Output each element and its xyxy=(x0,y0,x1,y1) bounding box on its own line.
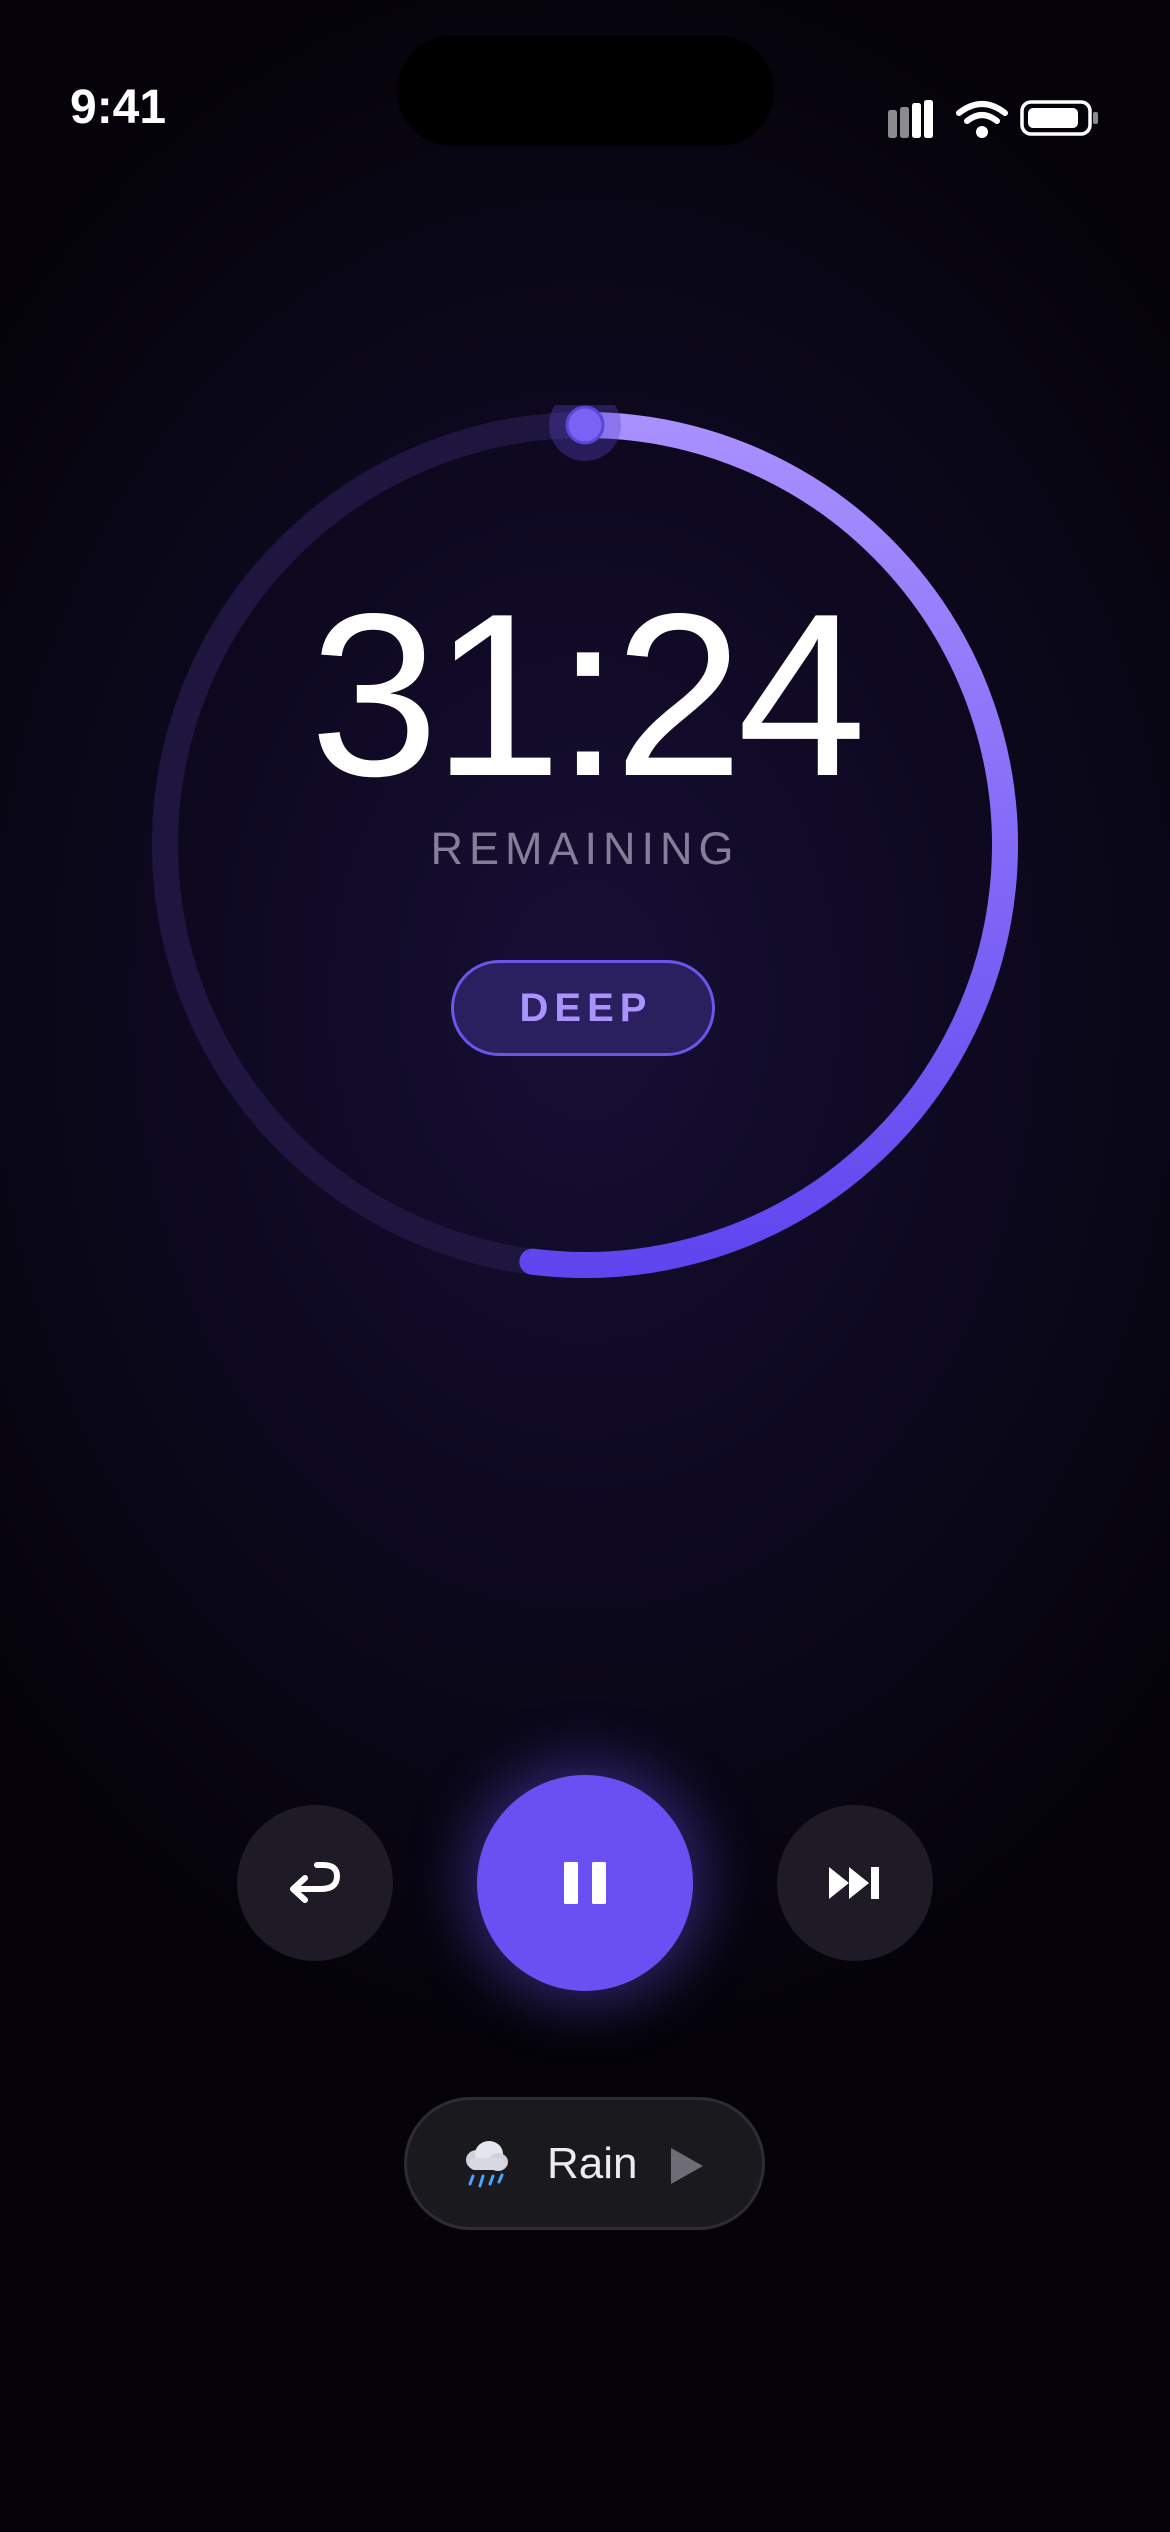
skip-forward-icon xyxy=(829,1867,879,1899)
battery-icon xyxy=(1020,100,1098,136)
mode-label: DEEP xyxy=(519,985,653,1030)
pause-icon xyxy=(564,1862,606,1904)
play-icon xyxy=(671,2148,703,2184)
mode-badge[interactable]: DEEP xyxy=(451,960,715,1056)
status-bar: 9:41 xyxy=(0,0,1170,150)
dynamic-island xyxy=(397,36,774,146)
status-time: 9:41 xyxy=(70,81,167,134)
return-icon xyxy=(290,1862,340,1903)
ambient-sound-label: Rain xyxy=(547,2139,638,2188)
pause-button[interactable] xyxy=(477,1775,693,1991)
wifi-icon xyxy=(956,101,1008,138)
ambient-sound-button[interactable]: Rain xyxy=(404,2097,765,2230)
rain-cloud-icon xyxy=(466,2141,508,2188)
timer-ring-knob xyxy=(565,405,605,445)
reset-button[interactable] xyxy=(237,1805,393,1961)
skip-button[interactable] xyxy=(777,1805,933,1961)
time-remaining: 31:24 xyxy=(309,566,867,825)
focus-timer-screen: 9:41 31:24 REMAINING DEEP Rain xyxy=(0,0,1170,2532)
remaining-label: REMAINING xyxy=(430,823,740,874)
signal-icon xyxy=(888,100,933,138)
